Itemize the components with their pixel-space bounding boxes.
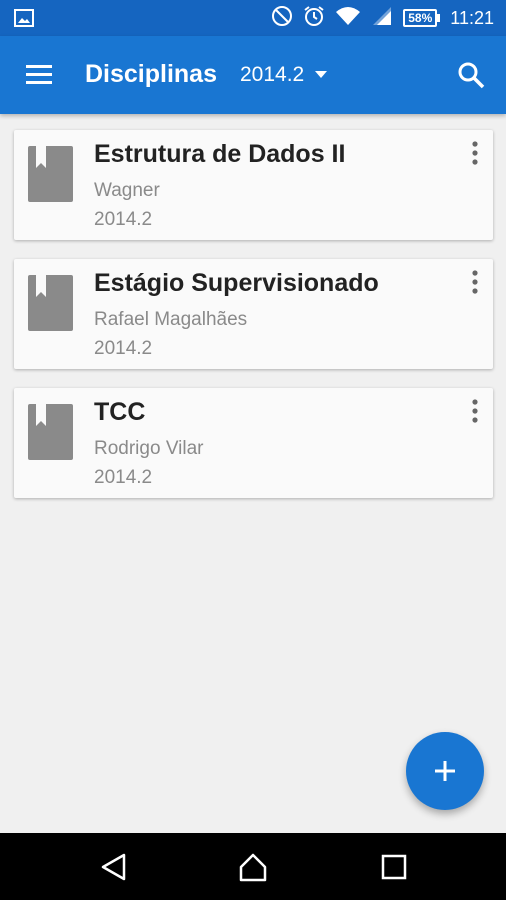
back-icon[interactable] [98,851,130,883]
do-not-disturb-icon [271,5,293,32]
app-bar: Disciplinas 2014.2 [0,36,506,114]
course-card[interactable]: Estágio Supervisionado Rafael Magalhães … [14,259,493,369]
add-course-button[interactable] [406,732,484,810]
course-semester: 2014.2 [94,338,153,359]
wifi-icon [335,5,361,32]
semester-label: 2014.2 [240,63,305,86]
home-icon[interactable] [237,851,269,883]
book-icon [28,404,73,460]
semester-dropdown[interactable]: 2014.2 [240,63,328,87]
book-icon [28,275,73,331]
course-title: TCC [94,398,146,426]
book-icon [28,146,73,202]
course-card[interactable]: TCC Rodrigo Vilar 2014.2 [14,388,493,498]
course-semester: 2014.2 [94,209,153,230]
more-vert-icon[interactable] [465,269,485,295]
course-teacher: Rafael Magalhães [94,309,248,330]
page-title: Disciplinas [85,60,217,88]
course-card[interactable]: Estrutura de Dados II Wagner 2014.2 [14,130,493,240]
course-title: Estrutura de Dados II [94,140,346,168]
dropdown-arrow-icon [314,66,328,84]
more-vert-icon[interactable] [465,398,485,424]
course-list: Estrutura de Dados II Wagner 2014.2 Está… [14,130,493,517]
course-teacher: Rodrigo Vilar [94,438,204,459]
more-vert-icon[interactable] [465,140,485,166]
battery-level: 58% [403,9,438,27]
menu-icon[interactable] [24,62,56,90]
signal-icon [371,5,393,32]
course-semester: 2014.2 [94,467,153,488]
system-nav-bar [0,833,506,900]
status-bar: 58% 11:21 [0,0,506,36]
battery-icon: 58% [403,9,441,27]
alarm-icon [303,5,325,32]
search-icon[interactable] [456,60,488,92]
recents-icon[interactable] [378,851,410,883]
course-title: Estágio Supervisionado [94,269,379,297]
image-notification-icon [14,8,34,33]
course-teacher: Wagner [94,180,160,201]
status-clock: 11:21 [450,7,494,28]
